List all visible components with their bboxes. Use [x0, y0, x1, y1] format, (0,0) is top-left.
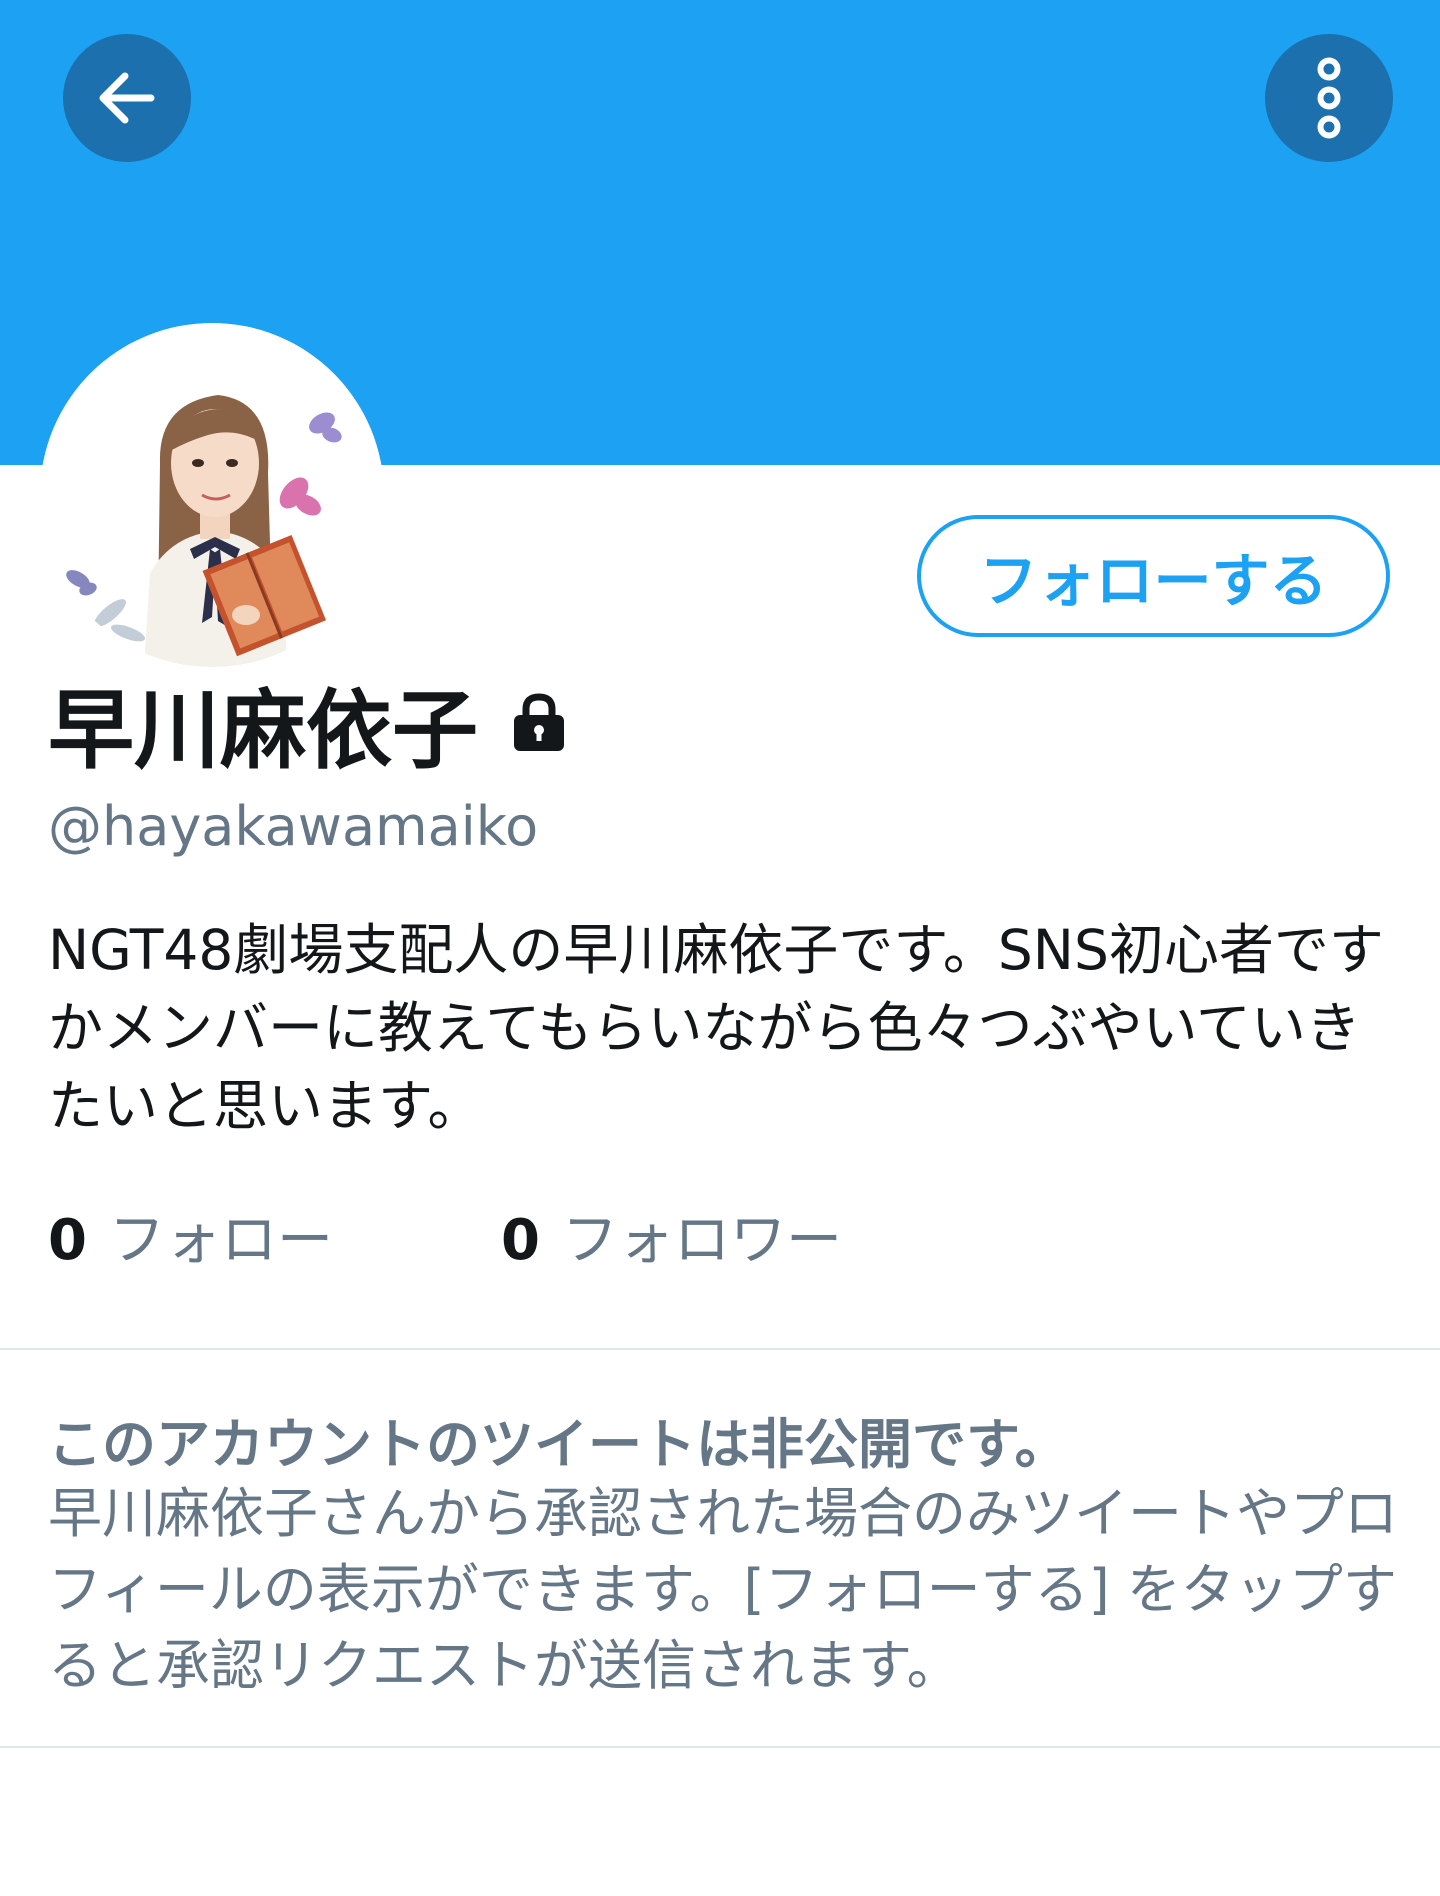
screen-name: @hayakawamaiko	[48, 795, 539, 858]
more-options-button[interactable]	[1265, 34, 1393, 162]
avatar[interactable]	[40, 323, 384, 667]
divider	[0, 1746, 1440, 1748]
profile-page: フォローする 早川麻依子 @hayakawamaiko NGT48劇場支配人の早…	[0, 0, 1440, 1896]
follow-button[interactable]: フォローする	[917, 515, 1390, 637]
followers-stat[interactable]: 0 フォロワー	[501, 1195, 842, 1276]
lock-icon	[508, 691, 570, 753]
following-stat[interactable]: 0 フォロー	[48, 1195, 333, 1276]
back-button[interactable]	[63, 34, 191, 162]
followers-label: フォロワー	[561, 1208, 842, 1273]
display-name: 早川麻依子	[48, 680, 478, 781]
protected-notice-description: 早川麻依子さんから承認された場合のみツイートやプロフィールの表示ができます。[フ…	[48, 1482, 1398, 1697]
following-label: フォロー	[108, 1208, 333, 1273]
profile-bio: NGT48劇場支配人の早川麻依子です。SNS初心者ですかメンバーに教えてもらいな…	[48, 918, 1384, 1138]
divider	[0, 1348, 1440, 1350]
protected-notice-title: このアカウントのツイートは非公開です。	[48, 1413, 1069, 1476]
vertical-dots-icon	[1317, 57, 1341, 139]
arrow-left-icon	[99, 72, 155, 124]
following-count: 0	[48, 1208, 87, 1273]
avatar-illustration	[40, 323, 384, 667]
display-name-row: 早川麻依子	[48, 672, 570, 781]
followers-count: 0	[501, 1208, 540, 1273]
